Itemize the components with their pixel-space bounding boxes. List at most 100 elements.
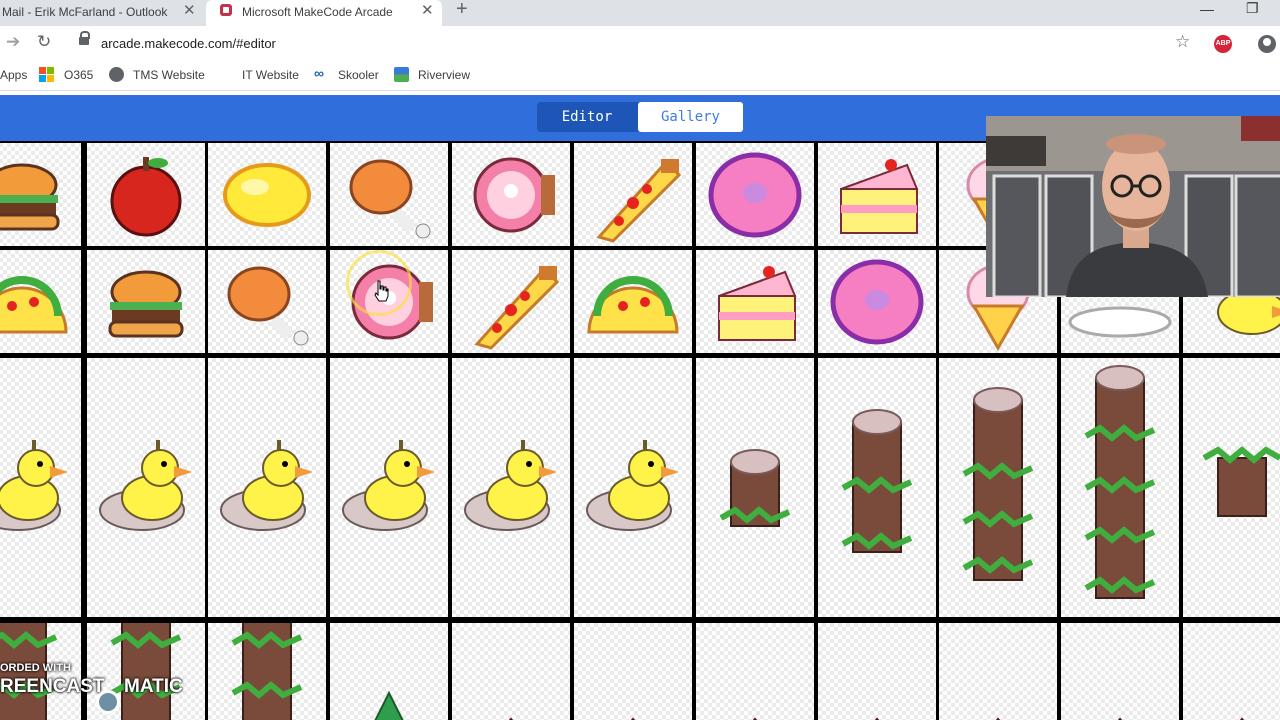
- tree-stump-small-sprite-icon: [1202, 445, 1280, 517]
- sprite-tile-cake[interactable]: [696, 250, 814, 353]
- sprite-tile-mushroom[interactable]: [1183, 623, 1280, 720]
- adblock-extension-icon[interactable]: ABP: [1214, 35, 1232, 53]
- webcam-overlay: [986, 116, 1280, 297]
- mushroom-sprite-icon: [1239, 717, 1245, 720]
- mushroom-sprite-icon: [874, 717, 880, 720]
- sprite-tile-pizza[interactable]: [574, 143, 692, 246]
- editor-tab-button[interactable]: Editor: [537, 102, 637, 132]
- sprite-tile-drumstick[interactable]: [330, 143, 448, 246]
- address-bar[interactable]: arcade.makecode.com/#editor: [101, 36, 276, 51]
- sprite-tile-duck[interactable]: [330, 358, 448, 617]
- globe-icon: [109, 67, 124, 82]
- watermark-brand-right: MATIC: [124, 676, 183, 697]
- donut-sprite-icon: [830, 259, 924, 344]
- sprite-tile-drumstick[interactable]: [208, 250, 326, 353]
- donut-sprite-icon: [708, 152, 802, 237]
- bookmark-apps[interactable]: Apps: [0, 68, 27, 82]
- sprite-tile-duck[interactable]: [208, 358, 326, 617]
- profile-avatar-icon[interactable]: [1258, 35, 1276, 53]
- sprite-tile-tree-stump-2[interactable]: [818, 358, 936, 617]
- lock-icon: [79, 31, 90, 45]
- mushroom-sprite-icon: [752, 717, 758, 720]
- sprite-tile-taco[interactable]: [574, 250, 692, 353]
- browser-tabstrip: Mail - Erik McFarland - Outlook ✕ Micros…: [0, 0, 1280, 26]
- taco-sprite-icon: [587, 275, 679, 333]
- cake-sprite-icon: [840, 158, 919, 234]
- skooler-icon: ∞: [314, 65, 324, 81]
- drumstick-sprite-icon: [227, 266, 309, 345]
- mushroom-sprite-icon: [630, 717, 636, 720]
- bookmark-o365[interactable]: O365: [64, 68, 93, 82]
- mushroom-sprite-icon: [995, 717, 1001, 720]
- sprite-tile-mushroom[interactable]: [818, 623, 936, 720]
- makecode-favicon-icon: [220, 4, 232, 16]
- sprite-tile-tree-stump-partial[interactable]: [208, 623, 326, 720]
- sprite-tile-duck[interactable]: [87, 358, 205, 617]
- tab-outlook[interactable]: Mail - Erik McFarland - Outlook ✕: [0, 0, 205, 26]
- forward-icon[interactable]: ➔: [6, 32, 20, 52]
- gallery-tab-button[interactable]: Gallery: [638, 102, 743, 132]
- tab-makecode[interactable]: Microsoft MakeCode Arcade ✕: [206, 0, 442, 26]
- drumstick-sprite-icon: [349, 159, 431, 238]
- browser-toolbar: ➔ ↻ arcade.makecode.com/#editor ☆ ABP: [0, 26, 1280, 62]
- tree-stump-2-sprite-icon: [841, 408, 913, 553]
- sprite-tile-mushroom[interactable]: [1061, 623, 1179, 720]
- bookmark-skooler[interactable]: Skooler: [338, 68, 379, 82]
- sprite-tile-ham[interactable]: [452, 143, 570, 246]
- sprite-tile-duck[interactable]: [574, 358, 692, 617]
- sprite-tile-tree-stump-1[interactable]: [696, 358, 814, 617]
- screencast-logo-icon: [96, 690, 120, 714]
- sprite-tile-mushroom[interactable]: [939, 623, 1057, 720]
- mushroom-sprite-icon: [508, 717, 514, 720]
- sprite-tile-tree-stump-3[interactable]: [939, 358, 1057, 617]
- sprite-tile-donut[interactable]: [818, 250, 936, 353]
- office365-icon: [39, 67, 54, 82]
- bookmark-it-website[interactable]: IT Website: [242, 68, 299, 82]
- sprite-tile-mushroom[interactable]: [574, 623, 692, 720]
- reload-icon[interactable]: ↻: [37, 32, 51, 52]
- tree-stump-3-sprite-icon: [962, 386, 1034, 581]
- sprite-tile-cake[interactable]: [818, 143, 936, 246]
- sprite-tile-lemon[interactable]: [208, 143, 326, 246]
- sprite-tile-pine-tree[interactable]: [330, 623, 448, 720]
- sprite-tile-mushroom[interactable]: [696, 623, 814, 720]
- watermark-brand-left: REENCAST: [0, 676, 105, 697]
- duck-sprite-icon: [464, 439, 557, 531]
- duck-sprite-icon: [342, 439, 435, 531]
- bookmark-star-icon[interactable]: ☆: [1175, 32, 1190, 52]
- sprite-tile-donut[interactable]: [696, 143, 814, 246]
- bookmark-riverview[interactable]: Riverview: [418, 68, 470, 82]
- restore-icon[interactable]: ❐: [1246, 0, 1259, 17]
- ham-sprite-icon: [473, 157, 555, 232]
- hand-cursor-icon: [374, 280, 389, 302]
- close-tab-icon[interactable]: ✕: [183, 1, 196, 21]
- tree-stump-1-sprite-icon: [719, 448, 791, 527]
- sprite-tile-burger[interactable]: [87, 250, 205, 353]
- apple-sprite-icon: [110, 156, 182, 236]
- bookmark-tms-website[interactable]: TMS Website: [133, 68, 205, 82]
- sprite-tile-mushroom[interactable]: [452, 623, 570, 720]
- tab-title: Microsoft MakeCode Arcade: [242, 5, 393, 19]
- sprite-tile-burger[interactable]: [0, 143, 81, 246]
- sprite-tile-duck[interactable]: [0, 358, 81, 617]
- taco-sprite-icon: [0, 275, 68, 333]
- new-tab-icon[interactable]: +: [456, 0, 468, 21]
- close-tab-icon[interactable]: ✕: [421, 1, 434, 21]
- bookmarks-bar: Apps O365 TMS Website IT Website ∞ Skool…: [0, 62, 1280, 91]
- sprite-tile-apple[interactable]: [87, 143, 205, 246]
- riverview-icon: [394, 67, 409, 82]
- editor-gallery-toggle: Editor Gallery: [537, 102, 743, 132]
- sprite-tile-duck[interactable]: [452, 358, 570, 617]
- watermark-line1: ORDED WITH: [0, 662, 71, 674]
- sprite-tile-tree-stump-small[interactable]: [1183, 358, 1280, 617]
- pizza-sprite-icon: [474, 265, 560, 350]
- sprite-tile-tree-stump-4[interactable]: [1061, 358, 1179, 617]
- tab-title: Mail - Erik McFarland - Outlook: [2, 5, 168, 19]
- sprite-tile-ham[interactable]: [330, 250, 448, 353]
- burger-sprite-icon: [0, 163, 60, 230]
- sprite-tile-pizza[interactable]: [452, 250, 570, 353]
- burger-sprite-icon: [108, 270, 184, 337]
- minimize-icon[interactable]: —: [1200, 1, 1214, 17]
- tree-stump-4-sprite-icon: [1084, 364, 1156, 599]
- sprite-tile-taco[interactable]: [0, 250, 81, 353]
